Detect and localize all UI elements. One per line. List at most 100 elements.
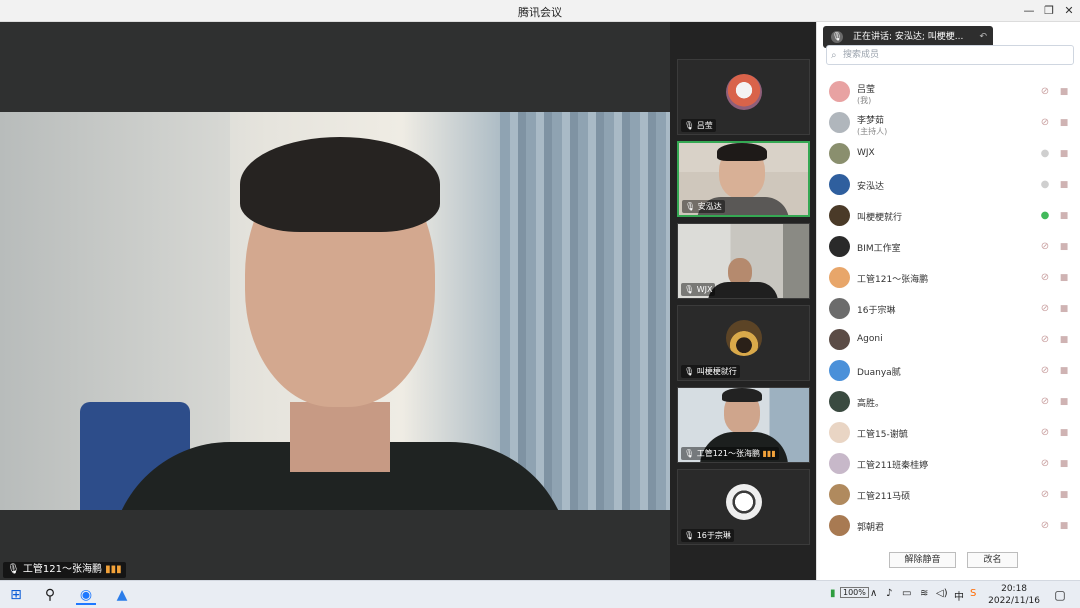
member-row[interactable]: 16于宗琳 ⊘ ■ <box>816 293 1080 324</box>
participant-avatar <box>726 74 762 110</box>
member-name: 安泓达 <box>857 182 885 192</box>
mic-icon[interactable]: ● <box>1039 148 1051 160</box>
camera-off-icon[interactable]: ■ <box>1057 365 1071 377</box>
mic-icon: 🎙 <box>831 31 843 43</box>
thumbnail-label: 🎙 吕莹 <box>681 119 716 132</box>
thumbnail-video[interactable]: 🎙 工管121～张海鹏 ▮▮▮ <box>677 387 810 463</box>
camera-off-icon[interactable]: ■ <box>1057 272 1071 284</box>
thumbnail-label: 🎙 16于宗琳 <box>681 529 734 542</box>
mic-muted-icon[interactable]: ⊘ <box>1039 427 1051 439</box>
mic-muted-icon[interactable]: ⊘ <box>1039 458 1051 470</box>
close-window-button[interactable]: ✕ <box>1060 2 1078 20</box>
member-row[interactable]: 工管211马硕 ⊘ ■ <box>816 479 1080 510</box>
network-icon[interactable]: ▭ <box>902 588 911 599</box>
member-row[interactable]: 工管211班秦桂婷 ⊘ ■ <box>816 448 1080 479</box>
member-name: WJX <box>857 148 875 158</box>
member-row[interactable]: Duanya腻 ⊘ ■ <box>816 355 1080 386</box>
member-row[interactable]: 工管121～张海鹏 ⊘ ■ <box>816 262 1080 293</box>
member-row[interactable]: 叫梗梗就行 ● ■ <box>816 200 1080 231</box>
member-role: (主持人) <box>857 127 888 136</box>
camera-off-icon[interactable]: ■ <box>1057 334 1071 346</box>
battery-icon[interactable]: ▮ <box>830 588 836 599</box>
member-name: 工管211马硕 <box>857 492 911 502</box>
member-row[interactable]: 工管15-谢毓 ⊘ ■ <box>816 417 1080 448</box>
mic-muted-icon[interactable]: ⊘ <box>1039 365 1051 377</box>
member-row[interactable]: 李梦茹 (主持人) ⊘ ■ <box>816 107 1080 138</box>
minimize-button[interactable]: — <box>1020 2 1038 20</box>
search-icon[interactable]: ⚲ <box>40 585 60 605</box>
camera-off-icon[interactable]: ■ <box>1057 179 1071 191</box>
chevron-up-icon[interactable]: ∧ <box>870 588 877 599</box>
camera-off-icon[interactable]: ■ <box>1057 86 1071 98</box>
search-input[interactable]: ⌕ 搜索成员 <box>826 45 1074 65</box>
restore-button[interactable]: ❐ <box>1040 2 1058 20</box>
member-row[interactable]: WJX ● ■ <box>816 138 1080 169</box>
thumbnail-label: 🎙 工管121～张海鹏 ▮▮▮ <box>681 447 779 460</box>
search-placeholder: 搜索成员 <box>843 50 880 60</box>
member-role: (我) <box>857 96 872 105</box>
thumbnail-video[interactable]: 🎙 WJX <box>677 223 810 299</box>
unmute-all-button[interactable]: 解除静音 <box>889 552 956 568</box>
members-list: 吕莹 (我) ⊘ ■ 李梦茹 (主持人) ⊘ ■ WJX ● ■ 安泓达 ● ■ 叫梗梗就行 ● ■ BIM工作室… <box>816 76 1080 541</box>
main-speaker-video[interactable] <box>0 112 670 510</box>
member-row[interactable]: 郭朝君 ⊘ ■ <box>816 510 1080 541</box>
thumbnail-label: 🎙 WJX <box>681 283 716 296</box>
camera-off-icon[interactable]: ■ <box>1057 241 1071 253</box>
camera-off-icon[interactable]: ■ <box>1057 396 1071 408</box>
participant-avatar <box>726 484 762 520</box>
input-method-icon[interactable]: S <box>970 588 976 599</box>
participant-body <box>708 282 778 298</box>
mic-muted-icon[interactable]: ⊘ <box>1039 86 1051 98</box>
mic-icon[interactable]: ♪ <box>886 588 892 599</box>
clock-date: 2022/11/16 <box>988 596 1040 606</box>
camera-off-icon[interactable]: ■ <box>1057 210 1071 222</box>
member-row[interactable]: 吕莹 (我) ⊘ ■ <box>816 76 1080 107</box>
ime-indicator[interactable]: 中 <box>954 588 964 603</box>
mic-muted-icon[interactable]: ⊘ <box>1039 334 1051 346</box>
member-name: 工管15-谢毓 <box>857 430 908 440</box>
camera-off-icon[interactable]: ■ <box>1057 427 1071 439</box>
mic-muted-icon[interactable]: ⊘ <box>1039 241 1051 253</box>
member-name: 叫梗梗就行 <box>857 213 903 223</box>
mic-muted-icon[interactable]: ⊘ <box>1039 303 1051 315</box>
mic-icon[interactable]: ● <box>1039 210 1051 222</box>
camera-off-icon[interactable]: ■ <box>1057 520 1071 532</box>
member-row[interactable]: 安泓达 ● ■ <box>816 169 1080 200</box>
participant-hair <box>722 388 762 402</box>
mic-muted-icon[interactable]: ⊘ <box>1039 272 1051 284</box>
mic-muted-icon[interactable]: ⊘ <box>1039 520 1051 532</box>
camera-off-icon[interactable]: ■ <box>1057 117 1071 129</box>
member-row[interactable]: 高胜。 ⊘ ■ <box>816 386 1080 417</box>
mic-muted-icon[interactable]: ⊘ <box>1039 396 1051 408</box>
participant-avatar <box>726 320 762 356</box>
meeting-app-icon[interactable]: ◉ <box>76 585 96 605</box>
speaking-text: 正在讲话: 安泓达; 叫梗梗... <box>853 32 964 42</box>
title-bar: 腾讯会议 — ❐ ✕ <box>0 0 1080 22</box>
start-icon[interactable]: ⊞ <box>6 585 26 605</box>
app-icon[interactable]: ▲ <box>112 585 132 605</box>
avatar <box>829 236 850 257</box>
wifi-icon[interactable]: ≋ <box>920 588 928 599</box>
thumbnail-label: 🎙 叫梗梗就行 <box>681 365 740 378</box>
volume-icon[interactable]: ◁) <box>936 588 948 599</box>
battery-level: 100% <box>840 587 869 598</box>
member-row[interactable]: BIM工作室 ⊘ ■ <box>816 231 1080 262</box>
thumbnail-video[interactable]: 🎙 叫梗梗就行 <box>677 305 810 381</box>
mic-muted-icon[interactable]: ⊘ <box>1039 117 1051 129</box>
system-clock[interactable]: 20:18 2022/11/16 <box>988 583 1040 607</box>
member-row[interactable]: Agoni ⊘ ■ <box>816 324 1080 355</box>
thumbnail-strip: 🎙 吕莹 🎙 安泓达 🎙 WJX 🎙 叫梗梗就行 🎙 工管121～张海鹏 ▮▮▮… <box>670 22 816 580</box>
camera-off-icon[interactable]: ■ <box>1057 148 1071 160</box>
mic-icon[interactable]: ● <box>1039 179 1051 191</box>
thumbnail-video[interactable]: 🎙 16于宗琳 <box>677 469 810 545</box>
camera-off-icon[interactable]: ■ <box>1057 489 1071 501</box>
thumbnail-video[interactable]: 🎙 吕莹 <box>677 59 810 135</box>
camera-off-icon[interactable]: ■ <box>1057 303 1071 315</box>
rename-button[interactable]: 改名 <box>967 552 1018 568</box>
camera-off-icon[interactable]: ■ <box>1057 458 1071 470</box>
thumbnail-video-active[interactable]: 🎙 安泓达 <box>677 141 810 217</box>
mic-muted-icon[interactable]: ⊘ <box>1039 489 1051 501</box>
notifications-icon[interactable]: ▢ <box>1050 585 1070 605</box>
avatar <box>829 112 850 133</box>
member-name: 工管211班秦桂婷 <box>857 461 929 471</box>
